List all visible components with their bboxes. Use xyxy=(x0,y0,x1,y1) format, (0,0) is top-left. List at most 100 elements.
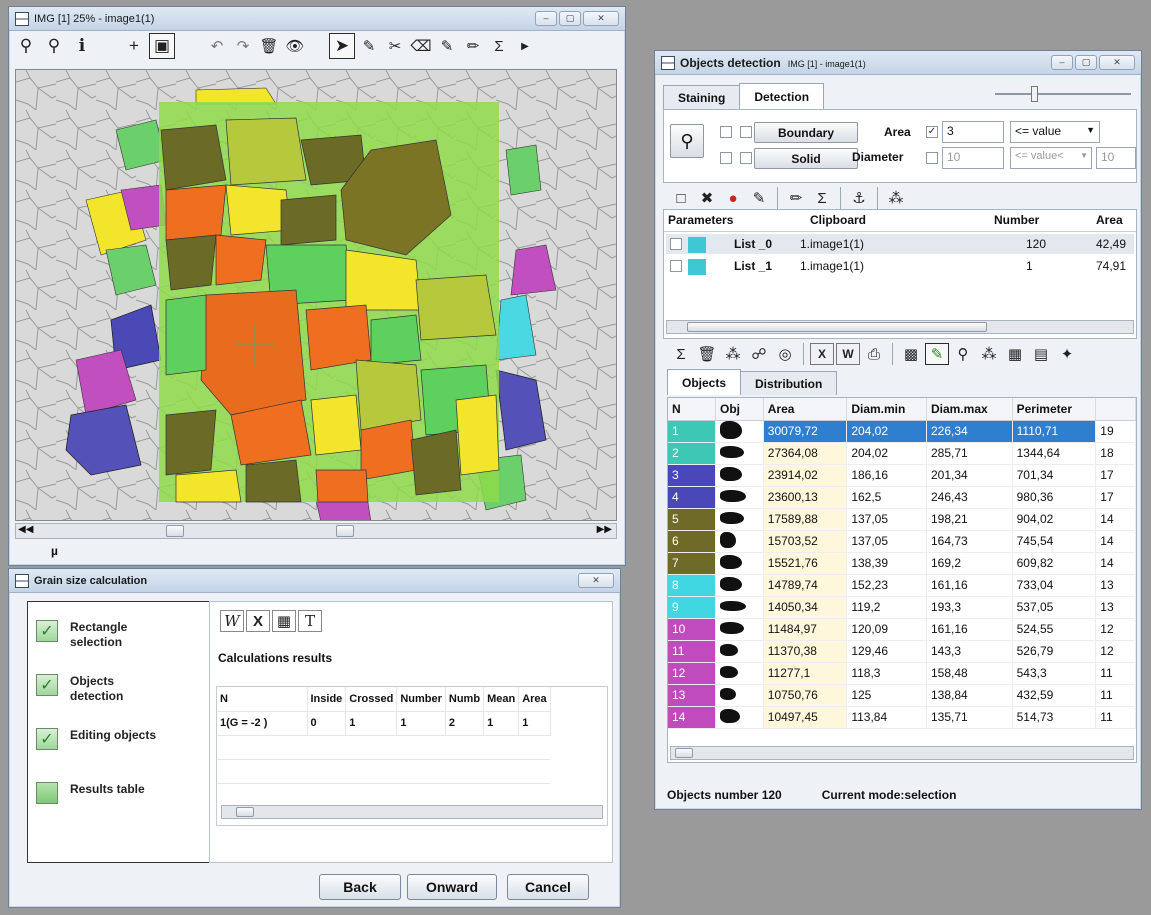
solid-option-checkbox[interactable] xyxy=(740,152,752,164)
table-row[interactable]: 6 15703,52 137,05 164,73 745,54 14 xyxy=(668,530,1136,553)
boundary-button[interactable]: Boundary xyxy=(754,122,858,143)
table-row[interactable]: 13 10750,76 125 138,84 432,59 11 xyxy=(668,684,1136,707)
search-icon[interactable]: ⚲ xyxy=(951,343,975,365)
area-input[interactable]: 3 xyxy=(942,121,1004,143)
draw-icon[interactable]: ✎ xyxy=(925,343,949,365)
info-icon[interactable]: i xyxy=(69,33,95,59)
target-icon[interactable]: ◎ xyxy=(773,343,797,365)
histogram-icon[interactable]: ▩ xyxy=(899,343,923,365)
boundary-option-checkbox[interactable] xyxy=(740,126,752,138)
table-row[interactable]: 11 11370,38 129,46 143,3 526,79 12 xyxy=(668,640,1136,663)
scroll-thumb[interactable] xyxy=(687,322,987,332)
eraser-icon[interactable]: ⌫ xyxy=(409,35,433,57)
sigma-icon[interactable]: Σ xyxy=(810,187,834,209)
objects-window-titlebar[interactable]: Objects detection IMG [1] - image1(1) – … xyxy=(655,51,1141,75)
pen-icon[interactable]: ✎ xyxy=(357,35,381,57)
sigma-icon[interactable]: Σ xyxy=(487,35,511,57)
scroll-thumb[interactable] xyxy=(166,525,184,537)
ruler-icon[interactable]: ✏ xyxy=(461,35,485,57)
tab-distribution[interactable]: Distribution xyxy=(740,371,838,395)
table-row[interactable]: 14 10497,45 113,84 135,71 514,73 11 xyxy=(668,706,1136,729)
objects-table[interactable]: N Obj Area Diam.min Diam.max Perimeter 1… xyxy=(667,397,1137,763)
close-button[interactable]: ✕ xyxy=(578,573,614,588)
tab-objects[interactable]: Objects xyxy=(667,369,742,395)
table-row[interactable]: 12 11277,1 118,3 158,48 543,3 11 xyxy=(668,662,1136,685)
image-canvas[interactable] xyxy=(15,69,617,521)
eye-icon[interactable]: 👁 xyxy=(283,35,307,57)
table-row[interactable]: 10 11484,97 120,09 161,16 524,55 12 xyxy=(668,618,1136,641)
maximize-button[interactable]: ▢ xyxy=(1075,55,1097,70)
last-page-icon[interactable]: ▶▶ xyxy=(597,524,612,535)
col-header[interactable]: Obj xyxy=(715,398,764,421)
anchor-icon[interactable]: ⚓ xyxy=(847,187,871,209)
diameter-input[interactable]: 10 xyxy=(942,147,1004,169)
col-header[interactable]: Diam.max xyxy=(926,398,1013,421)
results-table[interactable]: N Inside Crossed Number Numb Mean Area 1… xyxy=(216,686,608,826)
diameter-mode-select[interactable]: <= value< ▼ xyxy=(1010,147,1092,169)
list-item[interactable]: List _0 1.image1(1) 120 42,49 xyxy=(666,234,1134,254)
lists-scrollbar[interactable] xyxy=(666,320,1134,334)
diameter-checkbox[interactable] xyxy=(926,152,938,164)
link-icon[interactable]: ☍ xyxy=(747,343,771,365)
particles-icon[interactable]: ⁂ xyxy=(721,343,745,365)
table-row[interactable]: 3 23914,02 186,16 201,34 701,34 17 xyxy=(668,464,1136,487)
save-icon[interactable]: ▦ xyxy=(1003,343,1027,365)
text-icon[interactable]: T xyxy=(298,610,322,632)
tab-staining[interactable]: Staining xyxy=(663,85,741,109)
minimize-button[interactable]: – xyxy=(535,11,557,26)
select-region-icon[interactable]: ▣ xyxy=(149,33,175,59)
threshold-slider[interactable] xyxy=(995,86,1131,102)
solid-enable-checkbox[interactable] xyxy=(720,152,732,164)
image-window-titlebar[interactable]: IMG [1] 25% - image1(1) – ▢ ✕ xyxy=(9,7,625,31)
zoom-in-icon[interactable]: ⚲ xyxy=(41,33,67,59)
print-icon[interactable]: ⎙ xyxy=(862,343,886,365)
table-row[interactable]: 4 23600,13 162,5 246,43 980,36 17 xyxy=(668,486,1136,509)
col-header[interactable]: Area xyxy=(763,398,848,421)
excel-export-icon[interactable]: X xyxy=(810,343,834,365)
area-mode-select[interactable]: <= value ▼ xyxy=(1010,121,1100,143)
step-results-table[interactable]: Results table xyxy=(36,782,170,804)
brush-icon[interactable]: ✎ xyxy=(435,35,459,57)
scroll-thumb-secondary[interactable] xyxy=(336,525,354,537)
grain-window-titlebar[interactable]: Grain size calculation ✕ xyxy=(9,569,620,593)
color-icon[interactable]: ● xyxy=(721,187,745,209)
col-header[interactable]: N xyxy=(668,398,717,421)
detect-search-button[interactable]: ⚲ xyxy=(670,124,704,158)
table-scrollbar[interactable] xyxy=(221,805,603,819)
redo-icon[interactable]: ↷ xyxy=(231,35,255,57)
back-button[interactable]: Back xyxy=(319,874,401,900)
table-row[interactable]: 7 15521,76 138,39 169,2 609,82 14 xyxy=(668,552,1136,575)
measure-icon[interactable]: ✏ xyxy=(784,187,808,209)
horizontal-scrollbar[interactable]: ◀◀ ▶▶ xyxy=(15,523,617,539)
scroll-thumb[interactable] xyxy=(675,748,693,758)
zoom-out-icon[interactable]: ⚲ xyxy=(13,33,39,59)
table-row[interactable]: 1(G = -2 ) 0 1 1 2 1 1 xyxy=(217,711,551,736)
boundary-enable-checkbox[interactable] xyxy=(720,126,732,138)
close-button[interactable]: ✕ xyxy=(583,11,619,26)
list-item[interactable]: List _1 1.image1(1) 1 74,91 xyxy=(666,256,1134,276)
step-objects-detection[interactable]: ✓ Objects detection xyxy=(36,674,170,704)
trash-icon[interactable]: 🗑 xyxy=(695,343,719,365)
solid-button[interactable]: Solid xyxy=(754,148,858,169)
table-row[interactable]: 1 30079,72 204,02 226,34 1110,71 19 xyxy=(668,420,1136,443)
first-page-icon[interactable]: ◀◀ xyxy=(18,524,33,535)
slider-handle[interactable] xyxy=(1031,86,1038,102)
more-arrow-icon[interactable]: ▶ xyxy=(513,35,537,57)
particles-icon[interactable]: ⁂ xyxy=(977,343,1001,365)
table-row[interactable]: 2 27364,08 204,02 285,71 1344,64 18 xyxy=(668,442,1136,465)
edit-objects-icon[interactable]: ✎ xyxy=(747,187,771,209)
delete-icon[interactable]: 🗑 xyxy=(257,35,281,57)
folder-icon[interactable]: ▤ xyxy=(1029,343,1053,365)
close-button[interactable]: ✕ xyxy=(1099,55,1135,70)
step-rectangle-selection[interactable]: ✓ Rectangle selection xyxy=(36,620,170,650)
new-list-icon[interactable]: □ xyxy=(669,187,693,209)
pointer-icon[interactable]: ➤ xyxy=(329,33,355,59)
table-row[interactable]: 9 14050,34 119,2 193,3 537,05 13 xyxy=(668,596,1136,619)
minimize-button[interactable]: – xyxy=(1051,55,1073,70)
objects-scrollbar[interactable] xyxy=(670,746,1134,760)
calculator-icon[interactable]: ▦ xyxy=(272,610,296,632)
diameter-input-secondary[interactable]: 10 xyxy=(1096,147,1136,169)
delete-list-icon[interactable]: ✖ xyxy=(695,187,719,209)
area-checkbox[interactable]: ✓ xyxy=(926,126,938,138)
col-header[interactable]: Diam.min xyxy=(846,398,927,421)
